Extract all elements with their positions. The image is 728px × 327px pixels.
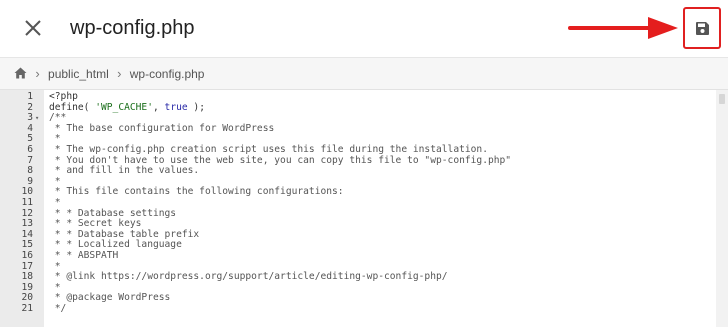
code-text: define( 'WP_CACHE', true ); <box>49 101 205 114</box>
code-token: */ <box>49 302 67 314</box>
code-token: /** <box>49 112 67 124</box>
code-token: * You don't have to use the web site, yo… <box>49 154 512 166</box>
code-line[interactable]: 10 * This file contains the following co… <box>0 187 716 198</box>
line-number: 21 <box>21 302 33 314</box>
code-token: * * Localized language <box>49 239 182 251</box>
annotation-arrow-icon <box>568 17 678 39</box>
code-token: * <box>49 281 61 293</box>
code-text: * @link https://wordpress.org/support/ar… <box>49 271 448 283</box>
code-token: * <box>49 133 61 145</box>
code-token: true <box>164 101 188 113</box>
code-token: * This file contains the following confi… <box>49 186 344 198</box>
breadcrumb-item-public-html[interactable]: public_html <box>48 58 109 90</box>
code-token: , <box>152 101 165 113</box>
code-line[interactable]: 16 * * ABSPATH <box>0 249 716 262</box>
vertical-scrollbar[interactable] <box>716 90 728 327</box>
editor-header: wp-config.php <box>0 0 728 58</box>
code-line[interactable]: 20 * @package WordPress <box>0 292 716 304</box>
code-token: * * Database table prefix <box>49 228 200 240</box>
breadcrumb-home[interactable] <box>14 58 27 90</box>
code-line[interactable]: 2 define( 'WP_CACHE', true ); <box>0 101 716 114</box>
line-number: 16 <box>21 249 33 261</box>
breadcrumb-item-current-file: wp-config.php <box>129 67 205 81</box>
code-text: * @package WordPress <box>49 292 171 304</box>
code-token: * <box>49 260 61 272</box>
line-number: 1 <box>27 91 33 102</box>
code-token: * The base configuration for WordPress <box>49 122 275 134</box>
close-icon <box>25 20 41 36</box>
code-text: * and fill in the values. <box>49 165 200 177</box>
code-token: ); <box>187 101 205 113</box>
save-button[interactable] <box>683 7 721 49</box>
code-token: * and fill in the values. <box>49 165 200 177</box>
code-text: * The base configuration for WordPress <box>49 122 275 135</box>
code-token: * <box>49 175 61 187</box>
close-button[interactable] <box>22 16 44 40</box>
breadcrumb: › public_html › wp-config.php <box>0 58 728 90</box>
code-line[interactable]: 4 * The base configuration for WordPress <box>0 122 716 135</box>
code-token: * * Database settings <box>49 207 177 219</box>
fold-toggle-icon[interactable]: ▾ <box>35 113 39 124</box>
home-icon <box>14 67 27 79</box>
code-token: 'WP_CACHE' <box>95 101 153 113</box>
code-line[interactable]: 21 */ <box>0 302 716 315</box>
code-token: * * ABSPATH <box>49 249 119 261</box>
code-token: * @package WordPress <box>49 292 171 304</box>
breadcrumb-separator: › <box>35 66 40 81</box>
code-token: * <box>49 196 61 208</box>
scrollbar-thumb[interactable] <box>719 94 725 104</box>
line-number: 11 <box>21 196 33 208</box>
code-editor[interactable]: 1 <?php 2 define( 'WP_CACHE', true ); 3 ▾/** 4… <box>0 90 728 327</box>
code-token: <?php <box>49 91 78 102</box>
line-number: 6 <box>27 143 33 155</box>
code-token: * @link https://wordpress.org/support/ar… <box>49 271 448 283</box>
code-token: * The wp-config.php creation script uses… <box>49 143 488 155</box>
code-token: define( <box>49 101 96 113</box>
code-line[interactable]: 18 * @link https://wordpress.org/support… <box>0 271 716 283</box>
code-line[interactable]: 8 * and fill in the values. <box>0 165 716 177</box>
code-text: */ <box>49 302 67 315</box>
code-content[interactable]: 1 <?php 2 define( 'WP_CACHE', true ); 3 ▾/** 4… <box>0 91 716 315</box>
code-text: * This file contains the following confi… <box>49 187 344 198</box>
code-token: * * Secret keys <box>49 218 142 230</box>
breadcrumb-separator: › <box>117 66 122 81</box>
file-title: wp-config.php <box>70 17 195 39</box>
floppy-disk-icon <box>696 22 709 35</box>
